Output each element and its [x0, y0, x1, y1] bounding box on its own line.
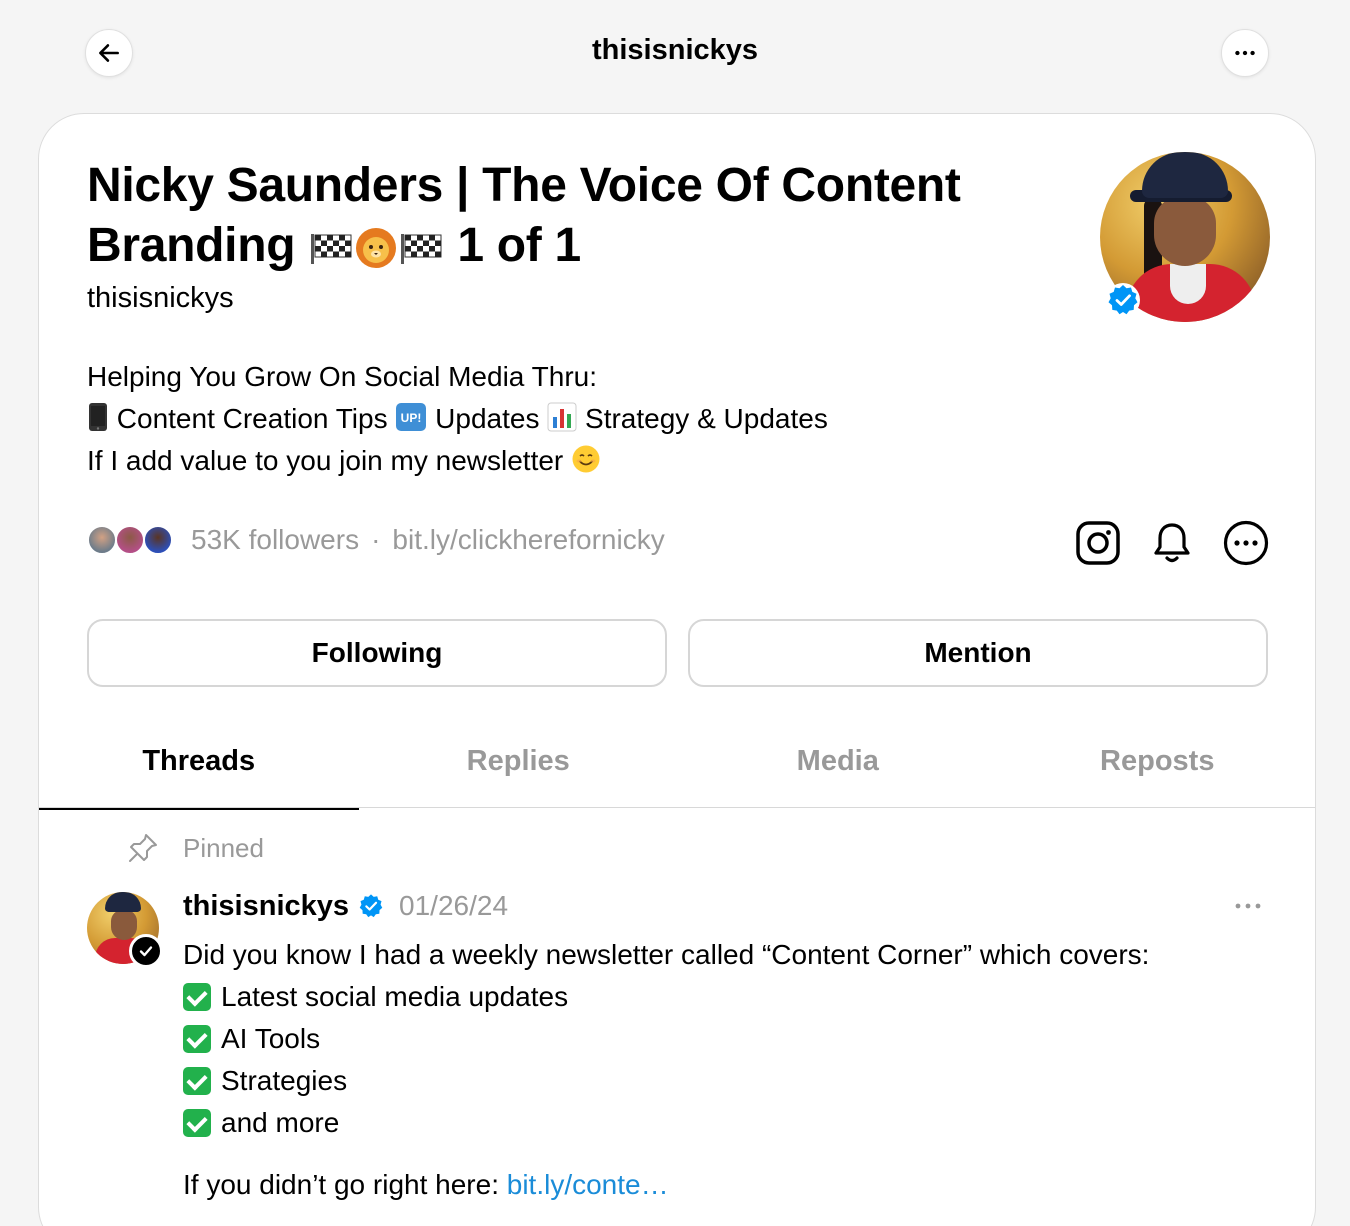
bio-line-1: Helping You Grow On Social Media Thru:: [87, 361, 597, 392]
post-list-item-text: Latest social media updates: [221, 981, 569, 1012]
pinned-indicator: Pinned: [127, 832, 264, 864]
instagram-icon: [1076, 521, 1120, 565]
follower-avatar: [87, 525, 117, 555]
post-list-item: Latest social media updates: [183, 976, 1149, 1018]
more-options-button[interactable]: [1221, 29, 1269, 77]
bio-content-tips: Content Creation Tips: [116, 403, 388, 434]
following-button[interactable]: Following: [87, 619, 667, 687]
page-title: thisisnickys: [591, 34, 759, 66]
post-list-item: AI Tools: [183, 1018, 1149, 1060]
followers-count[interactable]: 53K followers: [191, 524, 359, 556]
post-list-item-text: AI Tools: [221, 1023, 321, 1054]
svg-text:UP!: UP!: [401, 411, 422, 425]
post-cta-text: If you didn’t go right here:: [183, 1169, 507, 1200]
verified-icon: [1106, 283, 1140, 317]
tab-replies[interactable]: Replies: [359, 714, 679, 808]
more-icon: [1235, 50, 1255, 56]
profile-card: Nicky Saunders | The Voice Of Content Br…: [38, 113, 1316, 1226]
check-mark-icon: [183, 983, 211, 1011]
mobile-phone-icon: [89, 403, 107, 431]
check-mark-icon: [183, 1025, 211, 1053]
lion-face-icon: [356, 228, 397, 269]
post-header: thisisnickys 01/26/24: [183, 886, 508, 926]
top-bar: thisisnickys: [0, 0, 1350, 106]
post-date[interactable]: 01/26/24: [399, 890, 508, 922]
pin-icon: [129, 834, 157, 862]
follower-avatar: [143, 525, 173, 555]
more-circle-icon: [1223, 520, 1269, 566]
smiling-face-icon: [572, 445, 600, 473]
profile-name: Nicky Saunders | The Voice Of Content Br…: [87, 156, 987, 276]
checkered-flag-icon: [401, 234, 442, 265]
profile-meta-row: 53K followers · bit.ly/clickherefornicky: [87, 520, 1269, 566]
bio-line-2: Content Creation Tips UP! Updates Strate…: [87, 398, 828, 440]
profile-bio: Helping You Grow On Social Media Thru: C…: [87, 356, 828, 482]
verified-icon: [359, 894, 383, 918]
post-more-button[interactable]: [1233, 892, 1263, 925]
bar-chart-icon: [547, 402, 577, 432]
tab-reposts[interactable]: Reposts: [998, 714, 1316, 808]
profile-more-button[interactable]: [1223, 520, 1269, 566]
check-mark-icon: [183, 1067, 211, 1095]
post-cta: If you didn’t go right here: bit.ly/cont…: [183, 1164, 669, 1206]
post-list-item-text: and more: [221, 1107, 340, 1138]
mention-button[interactable]: Mention: [688, 619, 1268, 687]
up-button-icon: UP!: [396, 403, 427, 431]
profile-link[interactable]: bit.ly/clickherefornicky: [392, 524, 664, 556]
post-cta-link[interactable]: bit.ly/conte…: [507, 1169, 669, 1200]
following-check-icon: [129, 934, 163, 968]
profile-handle: thisisnickys: [87, 282, 234, 314]
post-list-item-text: Strategies: [221, 1065, 348, 1096]
bio-newsletter-text: If I add value to you join my newsletter: [87, 445, 564, 476]
follower-avatar: [115, 525, 145, 555]
post-body: Did you know I had a weekly newsletter c…: [183, 934, 1149, 1144]
profile-icon-actions: [1075, 520, 1269, 566]
instagram-button[interactable]: [1075, 520, 1121, 566]
check-mark-icon: [183, 1109, 211, 1137]
post-username[interactable]: thisisnickys: [183, 890, 349, 923]
notifications-button[interactable]: [1149, 520, 1195, 566]
checkered-flag-icon: [311, 234, 352, 265]
bio-line-3: If I add value to you join my newsletter: [87, 440, 828, 482]
bell-icon: [1154, 523, 1190, 563]
separator-dot: ·: [371, 524, 381, 555]
more-icon: [1235, 903, 1261, 909]
pinned-label: Pinned: [183, 832, 264, 863]
profile-tabs: Threads Replies Media Reposts: [39, 714, 1316, 810]
tab-media[interactable]: Media: [678, 714, 998, 808]
post-list-item: and more: [183, 1102, 1149, 1144]
profile-name-suffix: 1 of 1: [457, 219, 581, 272]
bio-strategy: Strategy & Updates: [585, 403, 828, 434]
post-text-line: Did you know I had a weekly newsletter c…: [183, 939, 1150, 970]
post-list-item: Strategies: [183, 1060, 1149, 1102]
tab-threads[interactable]: Threads: [39, 714, 359, 810]
bio-updates: Updates: [435, 403, 540, 434]
follower-avatars[interactable]: [87, 523, 177, 557]
